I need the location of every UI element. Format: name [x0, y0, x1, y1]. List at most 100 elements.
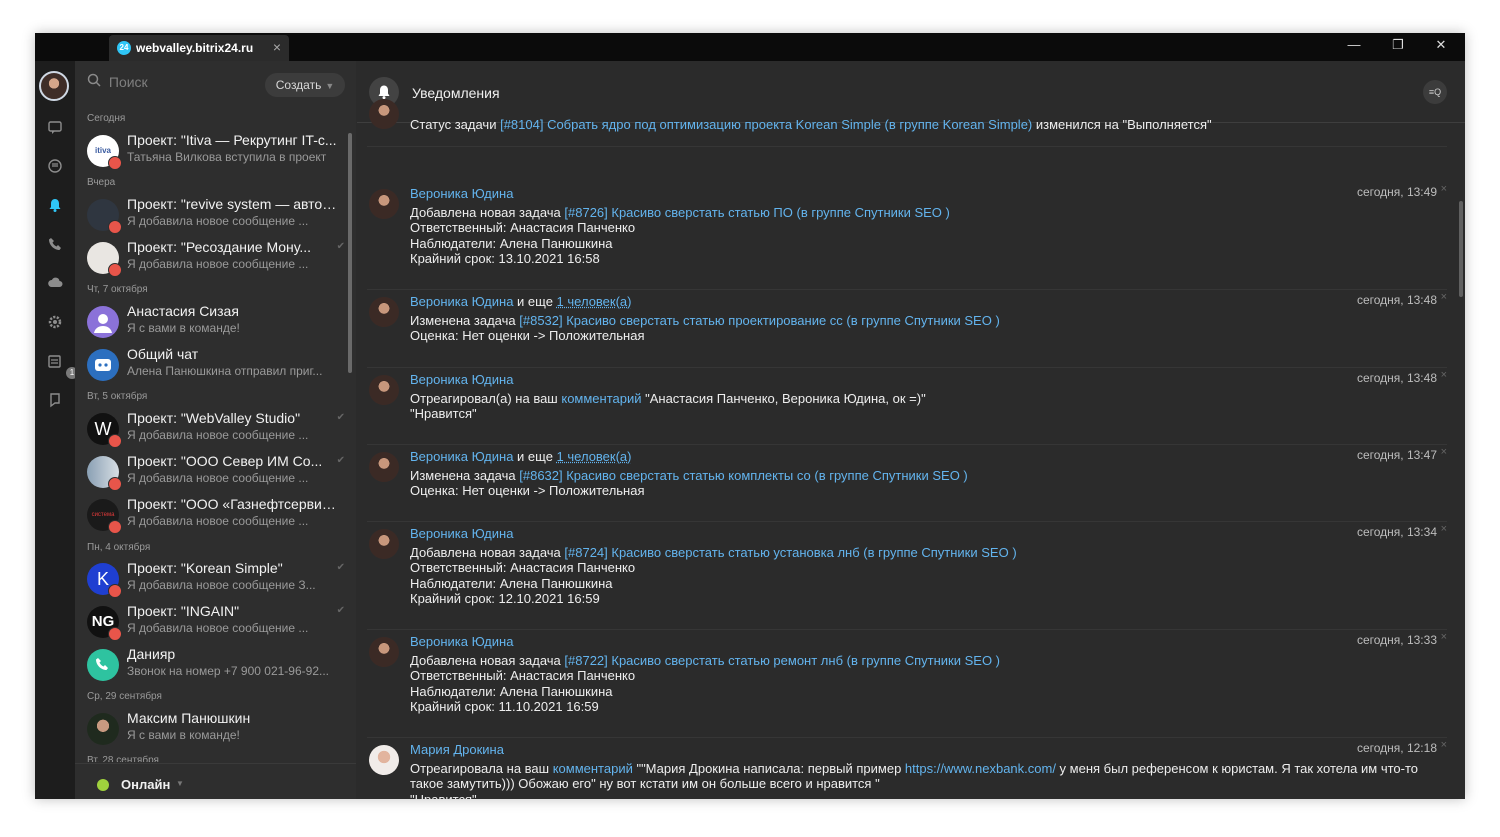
item-subtitle: Звонок на номер +7 900 021-96-92... — [127, 664, 329, 678]
list-item[interactable]: Проект: "revive system — автор... Я доба… — [87, 196, 345, 236]
list-item[interactable]: W Проект: "WebValley Studio" Я добавила … — [87, 410, 345, 450]
notification-link[interactable]: [#8532] Красиво сверстать статью проекти… — [519, 313, 1000, 328]
main-scrollbar[interactable] — [1459, 201, 1463, 297]
create-button[interactable]: Создать ▼ — [265, 73, 345, 97]
minimize-button[interactable]: — — [1339, 37, 1369, 52]
author-name-link[interactable]: Вероника Юдина — [410, 449, 513, 464]
notification-text: Добавлена новая задача — [410, 544, 565, 560]
notification-item[interactable]: Вероника Юдина Отреагировал(а) на ваш ком… — [367, 367, 1447, 445]
list-item[interactable]: K Проект: "Korean Simple" Я добавила нов… — [87, 560, 345, 600]
notification-item[interactable]: Мария Дрокина Отреагировала на ваш коммен… — [367, 737, 1447, 799]
bell-icon[interactable] — [44, 197, 66, 219]
notification-item[interactable]: Вероника Юдина Добавлена новая задача [#8… — [367, 629, 1447, 738]
list-item[interactable]: NG Проект: "INGAIN" Я добавила новое соо… — [87, 603, 345, 643]
close-window-button[interactable]: ✕ — [1426, 37, 1456, 53]
browser-tab[interactable]: 24 webvalley.bitrix24.ru × — [109, 35, 289, 61]
avatar[interactable] — [369, 452, 399, 482]
notification-body: Мария Дрокина Отреагировала на ваш коммен… — [410, 740, 1440, 799]
close-icon[interactable]: × — [1441, 631, 1447, 643]
close-icon[interactable]: × — [1441, 183, 1447, 195]
list-item[interactable]: Данияр Звонок на номер +7 900 021-96-92.… — [87, 646, 345, 686]
project-badge-icon — [108, 627, 122, 641]
notification-detail-line: Ответственный: Анастасия Панченко — [410, 668, 636, 684]
avatar[interactable] — [369, 297, 399, 327]
close-icon[interactable]: × — [1441, 739, 1447, 751]
list-item[interactable]: Проект: "ООО Север ИМ Со... Я добавила н… — [87, 453, 345, 493]
item-subtitle: Я добавила новое сообщение ... — [127, 214, 309, 228]
settings-icon[interactable] — [44, 314, 66, 336]
user-avatar[interactable] — [39, 71, 69, 101]
list-item[interactable]: Проект: "Ресоздание Мону... Я добавила н… — [87, 239, 345, 279]
notification-body: Вероника Юдина и еще 1 человек(а) Изменен… — [410, 292, 1440, 344]
notification-item[interactable]: Вероника Юдина Добавлена новая задача [#8… — [367, 521, 1447, 630]
date-header: Ср, 29 сентября — [87, 691, 162, 702]
list-item[interactable]: система Проект: "ООО «Газнефтсервис»" Я … — [87, 496, 345, 536]
pin-icon[interactable] — [44, 392, 66, 414]
author-name-link[interactable]: Мария Дрокина — [410, 742, 504, 757]
item-title: Проект: "Ресоздание Мону... — [127, 239, 312, 255]
close-icon[interactable]: × — [1441, 369, 1447, 381]
item-title: Данияр — [127, 646, 176, 662]
more-people-link[interactable]: 1 человек(а) — [557, 294, 632, 309]
notification-text: Добавлена новая задача — [410, 204, 565, 220]
item-subtitle: Я добавила новое сообщение ... — [127, 471, 309, 485]
notification-text: "Анастасия Панченко, Вероника Юдина, ок … — [641, 390, 926, 406]
notification-item[interactable]: Вероника Юдина и еще 1 человек(а) Изменен… — [367, 444, 1447, 522]
author-name-link[interactable]: Вероника Юдина — [410, 526, 513, 541]
notification-link[interactable]: [#8632] Красиво сверстать статью комплек… — [519, 468, 968, 483]
close-icon[interactable]: × — [1441, 446, 1447, 458]
notification-text: Изменена задача — [410, 312, 520, 328]
cloud-icon[interactable] — [44, 275, 66, 297]
date-header: Чт, 7 октября — [87, 284, 148, 295]
search-field[interactable]: Поиск — [87, 73, 148, 90]
restore-button[interactable]: ❐ — [1383, 37, 1413, 53]
close-icon[interactable]: × — [1441, 291, 1447, 303]
list-item[interactable]: Максим Панюшкин Я с вами в команде! — [87, 710, 345, 750]
status-selector[interactable]: Онлайн ▼ — [75, 763, 356, 799]
notification-link[interactable]: [#8104] Собрать ядро под оптимизацию про… — [500, 117, 1032, 132]
notifications-panel: Уведомления ≡Q Статус задачи [#8104] Соб… — [357, 61, 1465, 799]
item-title: Анастасия Сизая — [127, 303, 239, 319]
open-lines-icon[interactable] — [44, 158, 66, 180]
notification-link[interactable]: https://www.nexbank.com/ — [905, 761, 1056, 776]
avatar[interactable] — [369, 637, 399, 667]
item-title: Проект: "ООО Север ИМ Со... — [127, 453, 323, 469]
author-name-link[interactable]: Вероника Юдина — [410, 634, 513, 649]
calendar-icon[interactable]: 1 — [44, 353, 78, 379]
phone-icon[interactable] — [44, 236, 66, 258]
item-title: Общий чат — [127, 346, 199, 362]
item-subtitle: Я добавила новое сообщение ... — [127, 428, 309, 442]
notification-link[interactable]: комментарий — [553, 761, 633, 776]
author-name-link[interactable]: Вероника Юдина — [410, 294, 513, 309]
avatar[interactable] — [369, 99, 399, 129]
filter-search-icon[interactable]: ≡Q — [1423, 80, 1447, 104]
list-item[interactable]: itiva Проект: "Itiva — Рекрутинг IT-с...… — [87, 132, 345, 172]
notification-item[interactable]: Вероника Юдина и еще 1 человек(а) Изменен… — [367, 289, 1447, 368]
close-icon[interactable]: × — [1441, 523, 1447, 535]
read-check-icon: ✔ — [336, 605, 345, 616]
avatar[interactable] — [369, 189, 399, 219]
author-name-link[interactable]: Вероника Юдина — [410, 186, 513, 201]
notification-link[interactable]: [#8724] Красиво сверстать статью установ… — [564, 545, 1016, 560]
notification-body: Вероника Юдина Отреагировал(а) на ваш ком… — [410, 370, 1440, 422]
item-title: Проект: "revive system — автор... — [127, 196, 337, 212]
notification-link[interactable]: комментарий — [561, 391, 641, 406]
notification-item[interactable]: Статус задачи [#8104] Собрать ядро под о… — [367, 99, 1447, 147]
avatar — [87, 349, 119, 381]
more-people-link[interactable]: 1 человек(а) — [557, 449, 632, 464]
tab-close-icon[interactable]: × — [273, 39, 281, 55]
notification-link[interactable]: [#8726] Красиво сверстать статью ПО (в г… — [564, 205, 949, 220]
author-name-link[interactable]: Вероника Юдина — [410, 372, 513, 387]
list-scrollbar[interactable] — [348, 133, 352, 373]
notification-link[interactable]: [#8722] Красиво сверстать статью ремонт … — [564, 653, 1000, 668]
chat-icon[interactable] — [44, 119, 66, 141]
list-item[interactable]: Анастасия Сизая Я с вами в команде! — [87, 303, 345, 343]
notification-time: сегодня, 13:48 — [1356, 293, 1437, 307]
item-title: Проект: "WebValley Studio" — [127, 410, 301, 426]
notification-item[interactable]: Вероника Юдина Добавлена новая задача [#8… — [367, 181, 1447, 290]
list-item[interactable]: Общий чат Алена Панюшкина отправил приг.… — [87, 346, 345, 386]
avatar[interactable] — [369, 529, 399, 559]
project-badge-icon — [108, 584, 122, 598]
avatar[interactable] — [369, 375, 399, 405]
avatar[interactable] — [369, 745, 399, 775]
